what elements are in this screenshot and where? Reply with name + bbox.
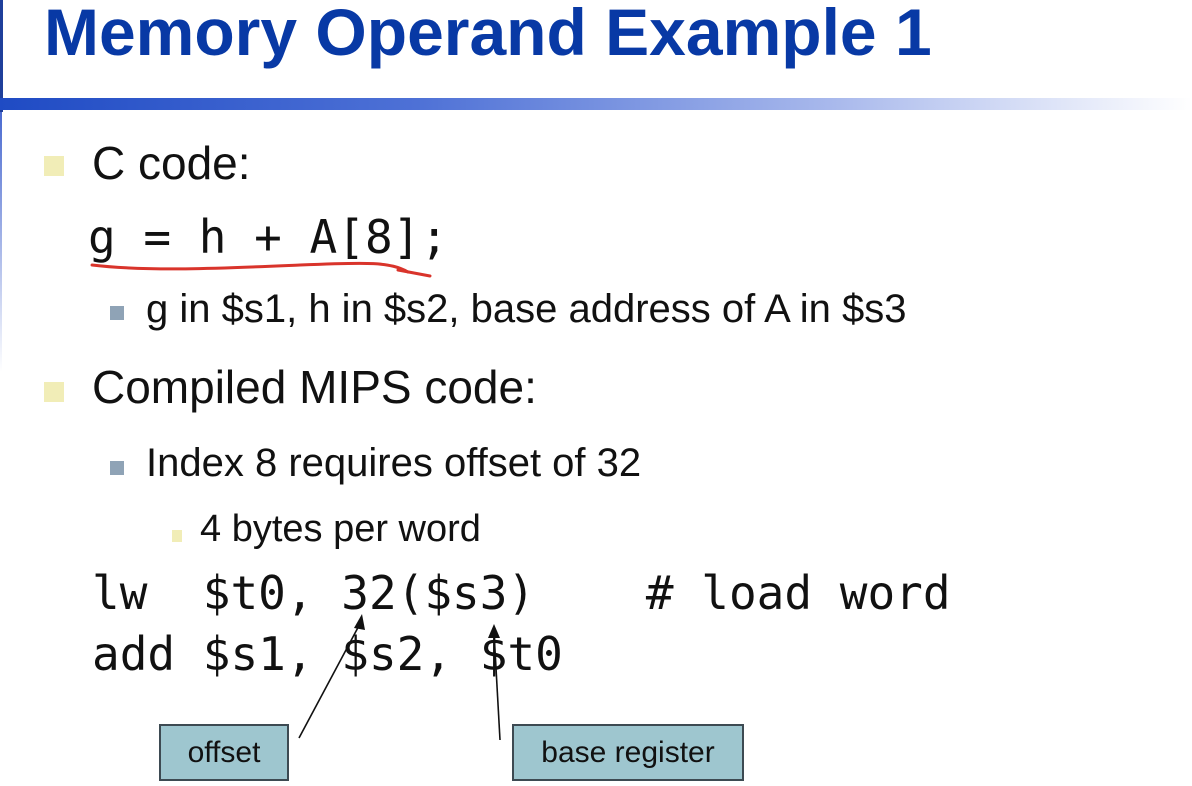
base-register-callout-box: base register: [512, 724, 744, 781]
annotation-overlay: [90, 261, 501, 741]
base-register-arrow-line: [493, 631, 501, 741]
offset-callout-box: offset: [159, 724, 289, 781]
handwritten-red-underline: [90, 261, 410, 274]
offset-callout-label: offset: [187, 735, 261, 769]
handwritten-red-underline-tail: [396, 268, 432, 278]
base-register-arrow-head: [488, 624, 500, 638]
offset-arrow-line: [298, 619, 363, 739]
base-register-callout-label: base register: [541, 735, 715, 769]
offset-arrow-head: [354, 614, 365, 630]
